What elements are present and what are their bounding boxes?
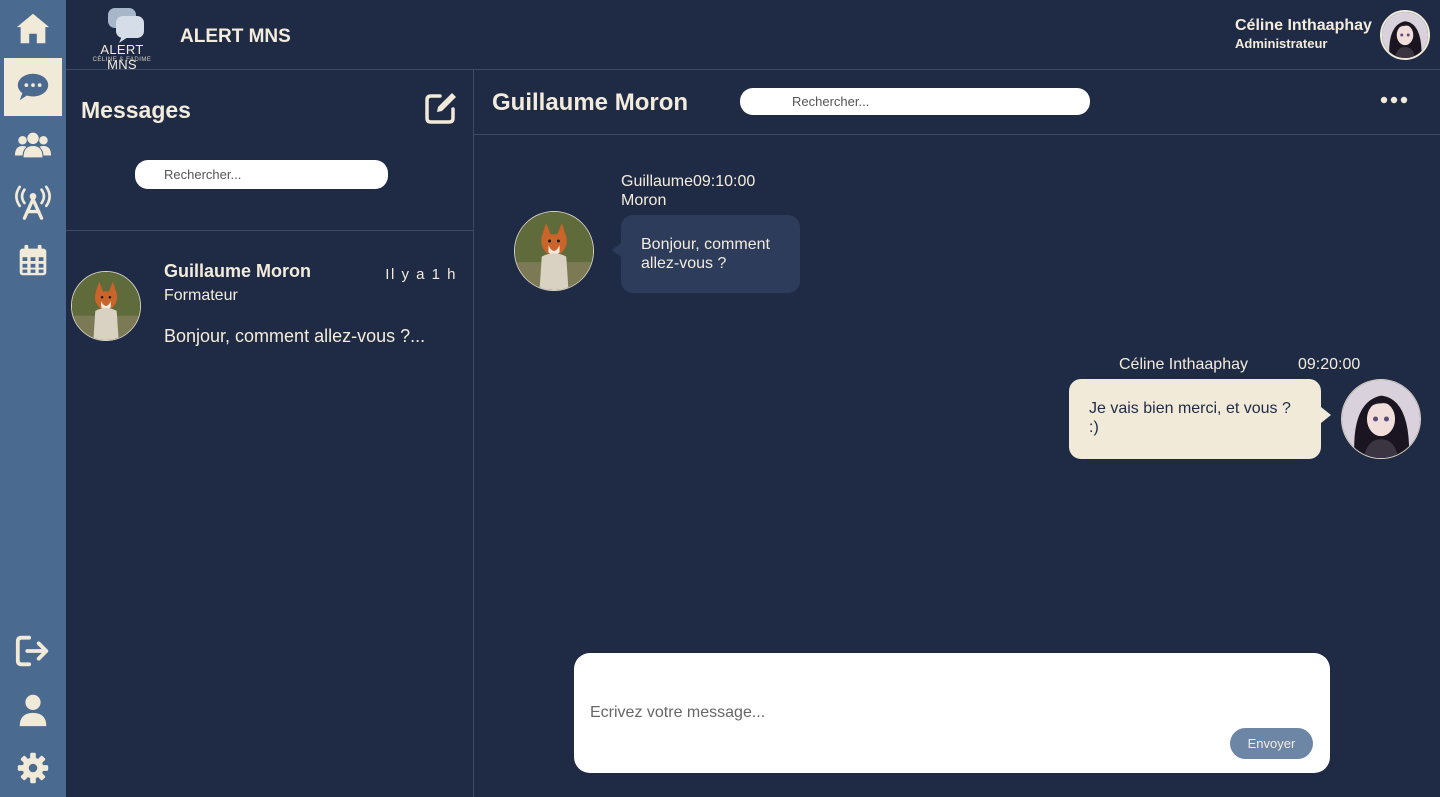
list-divider	[66, 230, 473, 231]
chat-header: Guillaume Moron	[474, 70, 1440, 135]
more-options-button[interactable]	[1380, 93, 1408, 107]
app-title: ALERT MNS	[180, 26, 291, 47]
gear-icon	[17, 752, 49, 784]
logo-subtext: CÉLINE & FADIME	[92, 57, 152, 63]
incoming-time: 09:10:00	[693, 173, 756, 190]
nav-calendar[interactable]	[4, 232, 62, 290]
conversation-item[interactable]: Guillaume Moron Il y a 1 h Formateur Bon…	[66, 250, 473, 360]
calendar-icon	[19, 244, 47, 276]
nav-settings[interactable]	[4, 739, 62, 797]
nav-broadcast[interactable]	[4, 174, 62, 232]
chat-icon	[17, 73, 49, 101]
user-avatar[interactable]	[1380, 10, 1430, 60]
nav-logout[interactable]	[4, 622, 62, 680]
more-horizontal-icon	[1380, 96, 1408, 104]
message-input[interactable]	[590, 699, 1210, 727]
conversation-avatar	[71, 271, 141, 341]
logo-bubbles-icon	[108, 8, 144, 43]
send-button[interactable]: Envoyer	[1230, 728, 1313, 759]
outgoing-message-bubble: Je vais bien merci, et vous ? :)	[1069, 379, 1331, 459]
incoming-sender-first: Guillaume	[621, 173, 694, 190]
user-avatar-image	[1382, 12, 1428, 58]
fox-avatar-image	[72, 272, 140, 340]
icon-rail	[0, 0, 66, 797]
home-icon	[16, 13, 50, 44]
message-composer: Envoyer	[574, 653, 1330, 773]
nav-home[interactable]	[4, 0, 62, 58]
compose-button[interactable]	[423, 90, 459, 126]
conversation-search-input[interactable]	[135, 160, 388, 189]
fox-avatar-image	[515, 212, 593, 290]
chat-title: Guillaume Moron	[492, 89, 689, 116]
broadcast-icon	[15, 185, 51, 220]
messages-title: Messages	[81, 97, 191, 123]
nav-messages[interactable]	[4, 58, 62, 116]
conversation-role: Formateur	[164, 287, 238, 304]
outgoing-sender: Céline Inthaaphay	[1119, 356, 1248, 373]
app-logo[interactable]: ALERT MNS CÉLINE & FADIME	[86, 6, 158, 72]
user-name: Céline Inthaaphay	[1235, 17, 1372, 34]
incoming-sender-last: Moron	[621, 192, 667, 209]
conversation-preview: Bonjour, comment allez-vous ?...	[164, 326, 426, 346]
user-role: Administrateur	[1235, 36, 1328, 51]
users-icon	[14, 132, 52, 158]
conversation-name: Guillaume Moron	[164, 261, 312, 281]
nav-profile[interactable]	[4, 681, 62, 739]
top-bar: ALERT MNS CÉLINE & FADIME ALERT MNS Céli…	[66, 0, 1440, 72]
nav-users[interactable]	[4, 116, 62, 174]
user-avatar-image	[1342, 380, 1420, 458]
outgoing-time: 09:20:00	[1298, 356, 1361, 373]
profile-icon	[19, 694, 47, 727]
conversations-panel: Messages Guillaume Moron Il y a 1 h Form…	[66, 70, 474, 797]
compose-icon	[425, 93, 456, 124]
incoming-message-bubble: Bonjour, comment allez-vous ?	[612, 215, 800, 293]
incoming-avatar	[514, 211, 594, 291]
logout-icon	[15, 635, 49, 667]
conversation-time: Il y a 1 h	[385, 266, 457, 283]
chat-search-input[interactable]	[740, 88, 1090, 115]
outgoing-avatar	[1341, 379, 1421, 459]
